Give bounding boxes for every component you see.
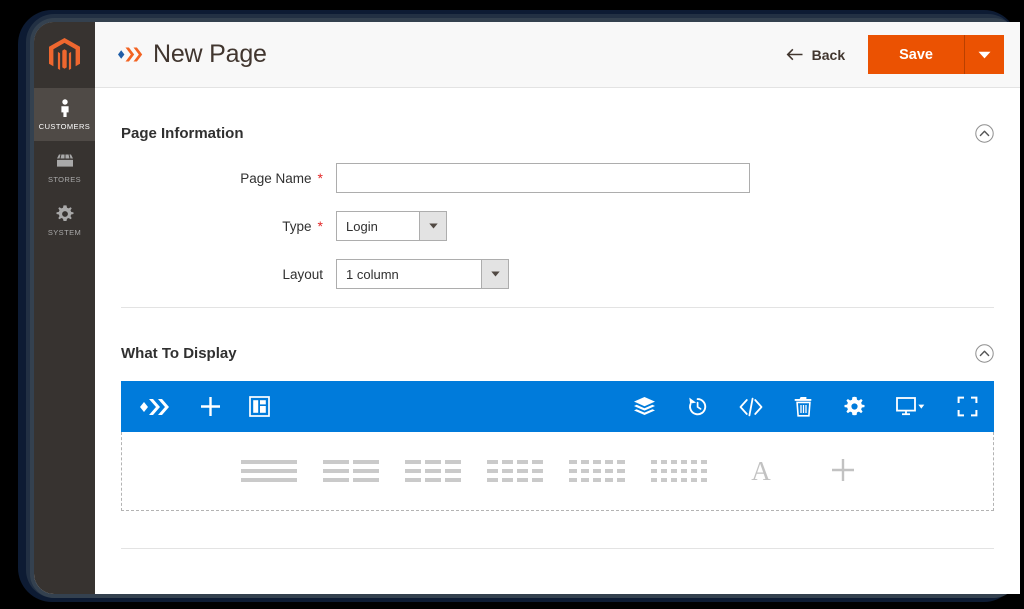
add-icon[interactable] <box>200 396 221 417</box>
layout-select-arrow <box>481 259 509 289</box>
sidebar-item-label: SYSTEM <box>47 228 82 237</box>
magento-logo[interactable] <box>34 22 95 88</box>
toolbar-right-tools <box>633 396 978 417</box>
back-button[interactable]: Back <box>786 47 845 63</box>
page-builder-stage: A <box>121 381 994 511</box>
admin-sidebar: CUSTOMERS STORES SYSTEM <box>34 22 95 594</box>
trash-icon[interactable] <box>794 396 813 417</box>
field-row-layout: Layout 1 column <box>121 259 994 289</box>
text-letter-a-glyph: A <box>751 455 771 486</box>
column-layout-3-icon[interactable] <box>392 460 474 482</box>
page-body: Page Information Page Name * Type * Logi… <box>95 88 1020 549</box>
add-plus-icon[interactable] <box>802 458 884 484</box>
history-undo-icon[interactable] <box>687 396 708 417</box>
page-name-label: Page Name <box>240 170 312 186</box>
sidebar-item-customers[interactable]: CUSTOMERS <box>34 88 95 141</box>
section-header-what-to-display[interactable]: What To Display <box>121 308 994 369</box>
section-title: Page Information <box>121 125 244 142</box>
layout-select[interactable]: 1 column <box>336 259 509 289</box>
type-label: Type <box>282 218 312 234</box>
page-builder-content-types: A <box>121 432 994 511</box>
text-letter-a-icon[interactable]: A <box>720 455 802 486</box>
layout-label-wrap: Layout <box>121 267 336 282</box>
type-select-value: Login <box>336 211 419 241</box>
desktop-viewport-icon[interactable] <box>896 396 926 417</box>
system-gear-icon <box>56 205 73 221</box>
back-label: Back <box>811 46 846 63</box>
screen: CUSTOMERS STORES SYSTEM New Page Back Sa… <box>34 22 1020 594</box>
layout-select-value: 1 column <box>336 259 481 289</box>
page-builder-chevrons-icon <box>116 46 144 63</box>
caret-down-icon <box>978 51 991 58</box>
required-marker: * <box>317 218 323 234</box>
column-layout-1-icon[interactable] <box>228 460 310 482</box>
magento-hexagon-logo <box>49 38 80 70</box>
sidebar-item-system[interactable]: SYSTEM <box>34 194 95 247</box>
type-select-arrow <box>419 211 447 241</box>
section-header-page-information[interactable]: Page Information <box>121 88 994 149</box>
type-select[interactable]: Login <box>336 211 447 241</box>
page-builder-toolbar <box>121 381 994 432</box>
customers-person-icon <box>60 99 69 117</box>
toolbar-left-tools <box>138 396 270 417</box>
page-name-label-wrap: Page Name * <box>121 170 336 186</box>
save-dropdown-button[interactable] <box>965 35 1004 74</box>
page-builder-logo-icon[interactable] <box>138 397 172 417</box>
save-button-group: Save <box>868 35 1004 74</box>
type-label-wrap: Type * <box>121 218 336 234</box>
section-title: What To Display <box>121 345 237 362</box>
layers-stack-icon[interactable] <box>633 396 656 417</box>
field-row-page-name: Page Name * <box>121 163 994 193</box>
main-content: New Page Back Save Page Information Page… <box>95 22 1020 594</box>
template-layout-icon[interactable] <box>249 396 270 417</box>
caret-down-icon <box>490 271 500 277</box>
field-row-type: Type * Login <box>121 211 994 241</box>
collapse-toggle-page-information[interactable] <box>975 124 994 143</box>
required-marker: * <box>317 170 323 186</box>
save-button[interactable]: Save <box>868 35 965 74</box>
sidebar-item-stores[interactable]: STORES <box>34 141 95 194</box>
page-header: New Page Back Save <box>95 22 1020 88</box>
bottom-divider <box>121 548 994 549</box>
layout-label: Layout <box>282 266 323 282</box>
sidebar-item-label: STORES <box>47 175 82 184</box>
page-title: New Page <box>153 40 267 68</box>
column-layout-6-icon[interactable] <box>638 460 720 482</box>
header-actions: Back Save <box>786 35 1004 74</box>
caret-down-icon <box>428 223 438 229</box>
gear-icon[interactable] <box>844 396 865 417</box>
sidebar-item-label: CUSTOMERS <box>38 122 91 131</box>
chevron-up-circle-icon <box>975 124 994 143</box>
page-name-input[interactable] <box>336 163 750 193</box>
page-information-form: Page Name * Type * Login Layout 1 column <box>121 149 994 289</box>
column-layout-4-icon[interactable] <box>474 460 556 482</box>
fullscreen-icon[interactable] <box>957 396 978 417</box>
chevron-up-circle-icon <box>975 344 994 363</box>
column-layout-5-icon[interactable] <box>556 460 638 482</box>
column-layout-2-icon[interactable] <box>310 460 392 482</box>
stores-storefront-icon <box>56 154 73 167</box>
code-icon[interactable] <box>739 397 763 417</box>
arrow-left-icon <box>786 48 803 61</box>
collapse-toggle-what-to-display[interactable] <box>975 344 994 363</box>
